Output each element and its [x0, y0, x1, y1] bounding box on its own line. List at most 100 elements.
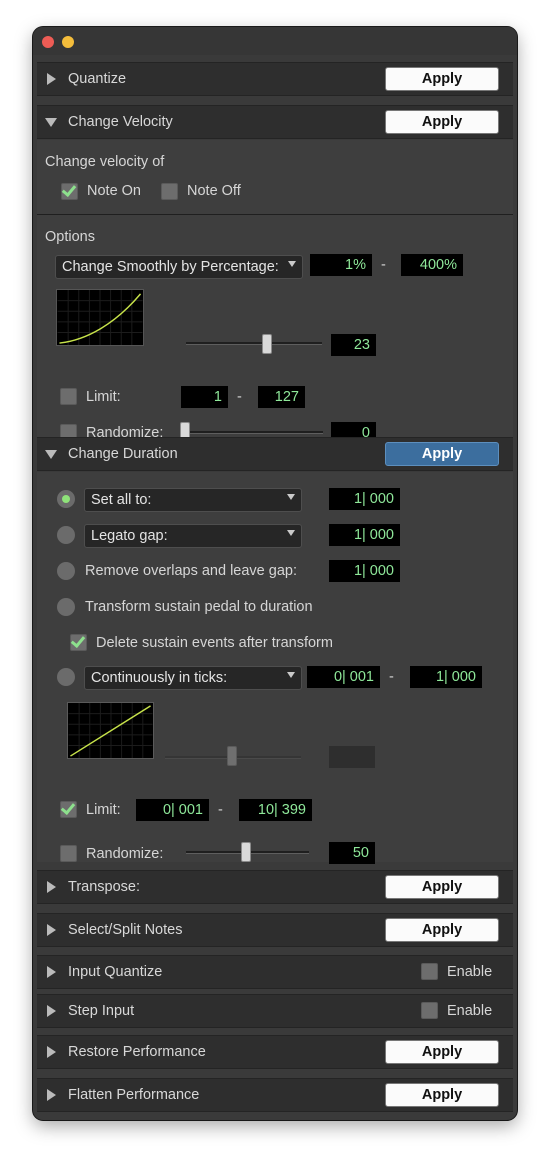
note-on-checkbox[interactable]	[61, 181, 78, 200]
transpose-apply-button[interactable]: Apply	[385, 875, 499, 899]
velocity-randomize-slider-track[interactable]	[180, 431, 323, 434]
set-all-to-dropdown[interactable]: Set all to:	[84, 488, 302, 512]
legato-gap-radio[interactable]	[57, 526, 75, 544]
disclosure-right-icon[interactable]	[47, 1046, 56, 1058]
remove-overlaps-value-field[interactable]: 1| 000	[329, 560, 400, 582]
disclosure-right-icon[interactable]	[47, 924, 56, 936]
duration-curve-value-field[interactable]	[329, 746, 375, 768]
section-select-split-notes[interactable]: Select/Split Notes Apply	[37, 913, 513, 947]
close-window-button[interactable]	[42, 36, 54, 48]
note-off-label: Note Off	[187, 183, 241, 199]
legato-gap-value-field[interactable]: 1| 000	[329, 524, 400, 546]
note-on-label: Note On	[87, 183, 141, 199]
change-velocity-of-label: Change velocity of	[45, 154, 165, 170]
duration-limit-min-field[interactable]: 0| 001	[136, 799, 209, 821]
select-split-apply-button[interactable]: Apply	[385, 918, 499, 942]
range-dash: -	[381, 257, 386, 273]
velocity-mode-dropdown[interactable]: Change Smoothly by Percentage:	[55, 255, 303, 279]
duration-curve-graph[interactable]	[67, 702, 154, 759]
section-label: Change Velocity	[68, 114, 173, 130]
duration-randomize-checkbox[interactable]	[60, 845, 77, 862]
change-velocity-apply-button[interactable]: Apply	[385, 110, 499, 134]
section-change-velocity[interactable]: Change Velocity Apply	[37, 105, 513, 139]
section-label: Select/Split Notes	[68, 922, 183, 938]
set-all-to-radio[interactable]	[57, 490, 75, 508]
set-all-to-value-field[interactable]: 1| 000	[329, 488, 400, 510]
disclosure-right-icon[interactable]	[47, 881, 56, 893]
flatten-performance-apply-button[interactable]: Apply	[385, 1083, 499, 1107]
input-quantize-enable-checkbox[interactable]	[421, 963, 438, 980]
disclosure-right-icon[interactable]	[47, 1005, 56, 1017]
title-bar	[33, 27, 517, 55]
section-label: Flatten Performance	[68, 1087, 200, 1103]
duration-randomize-label: Randomize:	[86, 846, 164, 862]
restore-performance-apply-button[interactable]: Apply	[385, 1040, 499, 1064]
sustain-pedal-label: Transform sustain pedal to duration	[85, 599, 313, 615]
velocity-mode-value: Change Smoothly by Percentage:	[62, 259, 279, 275]
disclosure-down-icon[interactable]	[45, 118, 57, 127]
continuously-radio[interactable]	[57, 668, 75, 686]
legato-gap-label: Legato gap:	[91, 528, 168, 544]
section-label: Step Input	[68, 1003, 135, 1019]
duration-randomize-slider-thumb[interactable]	[241, 842, 251, 862]
section-label: Input Quantize	[68, 964, 163, 980]
section-quantize[interactable]: Quantize Apply	[37, 62, 513, 96]
duration-curve-slider-thumb[interactable]	[227, 746, 237, 766]
chevron-down-icon	[287, 672, 295, 678]
chevron-down-icon	[288, 261, 296, 267]
section-label: Transpose:	[68, 879, 140, 895]
velocity-curve-slider-track[interactable]	[186, 342, 322, 345]
section-transpose[interactable]: Transpose: Apply	[37, 870, 513, 904]
continuously-dropdown[interactable]: Continuously in ticks:	[84, 666, 302, 690]
enable-label: Enable	[447, 1003, 493, 1019]
section-change-duration[interactable]: Change Duration Apply	[37, 437, 513, 471]
section-label: Quantize	[68, 71, 127, 87]
section-restore-performance[interactable]: Restore Performance Apply	[37, 1035, 513, 1069]
checkmark-icon	[70, 632, 86, 649]
change-duration-panel: Set all to: 1| 000 Legato gap: 1| 000 Re…	[37, 472, 513, 864]
step-input-enable-checkbox[interactable]	[421, 1002, 438, 1019]
disclosure-right-icon[interactable]	[47, 966, 56, 978]
section-label: Change Duration	[68, 446, 178, 462]
note-off-checkbox[interactable]	[161, 183, 178, 200]
velocity-max-percent-field[interactable]: 400%	[401, 254, 463, 276]
section-flatten-performance[interactable]: Flatten Performance Apply	[37, 1078, 513, 1112]
disclosure-right-icon[interactable]	[47, 1089, 56, 1101]
quantize-apply-button[interactable]: Apply	[385, 67, 499, 91]
velocity-curve-graph[interactable]	[56, 289, 144, 346]
chevron-down-icon	[287, 530, 295, 536]
duration-randomize-value-field[interactable]: 50	[329, 842, 375, 864]
remove-overlaps-label: Remove overlaps and leave gap:	[85, 563, 297, 579]
minimize-window-button[interactable]	[62, 36, 74, 48]
sustain-pedal-radio[interactable]	[57, 598, 75, 616]
continuously-max-field[interactable]: 1| 000	[410, 666, 482, 688]
legato-gap-dropdown[interactable]: Legato gap:	[84, 524, 302, 548]
velocity-limit-checkbox[interactable]	[60, 388, 77, 405]
delete-sustain-checkbox[interactable]	[70, 632, 87, 651]
range-dash: -	[218, 802, 223, 818]
velocity-limit-min-field[interactable]: 1	[181, 386, 228, 408]
range-dash: -	[237, 389, 242, 405]
disclosure-down-icon[interactable]	[45, 450, 57, 459]
set-all-to-label: Set all to:	[91, 492, 152, 508]
velocity-curve-value-field[interactable]: 23	[331, 334, 376, 356]
event-operations-window: Quantize Apply Change Velocity Apply Cha…	[33, 27, 517, 1120]
section-step-input[interactable]: Step Input Enable	[37, 994, 513, 1028]
velocity-curve-slider-thumb[interactable]	[262, 334, 272, 354]
enable-label: Enable	[447, 964, 493, 980]
checkmark-icon	[61, 181, 77, 198]
options-label: Options	[45, 229, 95, 245]
section-input-quantize[interactable]: Input Quantize Enable	[37, 955, 513, 989]
velocity-limit-max-field[interactable]: 127	[258, 386, 305, 408]
duration-limit-checkbox[interactable]	[60, 799, 77, 818]
continuously-label: Continuously in ticks:	[91, 670, 228, 686]
checkmark-icon	[60, 799, 76, 816]
divider	[37, 214, 513, 215]
velocity-min-percent-field[interactable]: 1%	[310, 254, 372, 276]
section-label: Restore Performance	[68, 1044, 206, 1060]
duration-limit-max-field[interactable]: 10| 399	[239, 799, 312, 821]
change-duration-apply-button[interactable]: Apply	[385, 442, 499, 466]
continuously-min-field[interactable]: 0| 001	[307, 666, 380, 688]
disclosure-right-icon[interactable]	[47, 73, 56, 85]
remove-overlaps-radio[interactable]	[57, 562, 75, 580]
